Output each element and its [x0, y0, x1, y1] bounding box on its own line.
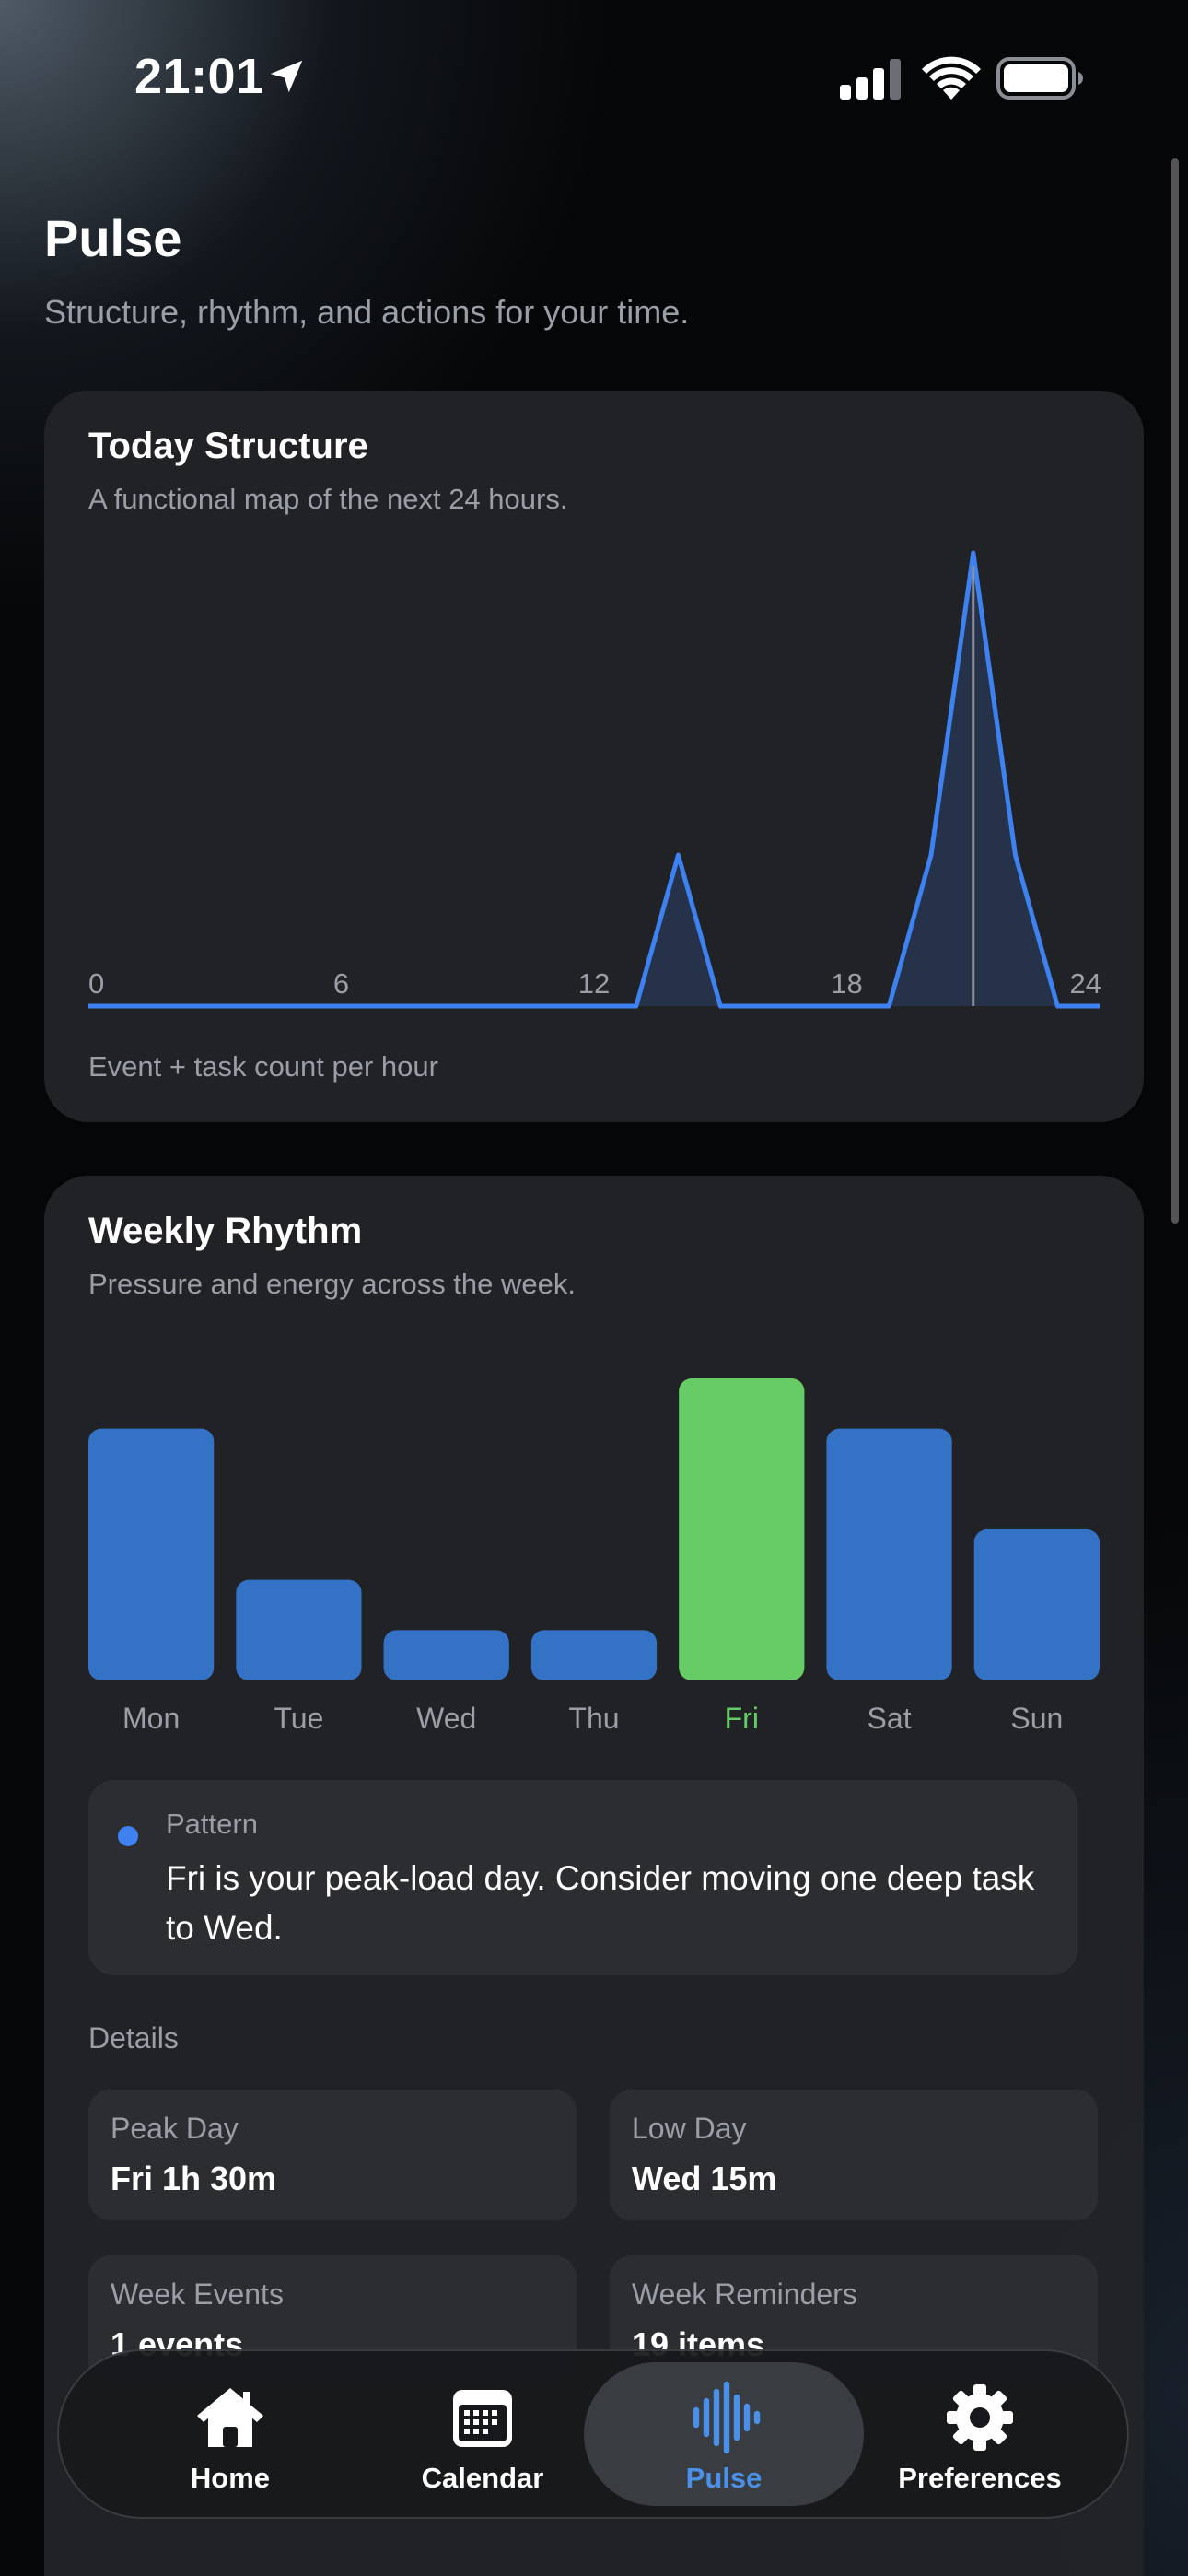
tab-bar: Home Calendar Pulse Preferences [57, 2349, 1129, 2519]
bar-tue[interactable] [236, 1579, 362, 1680]
stat-low-day: Low Day Wed 15m [610, 2090, 1098, 2220]
bar-sat[interactable] [826, 1428, 952, 1680]
day-label: Sun [1010, 1702, 1063, 1735]
x-tick-label: 6 [333, 967, 349, 1000]
chart-footer: Event + task count per hour [88, 1050, 438, 1083]
gear-icon [947, 2384, 1013, 2451]
bar-fri[interactable] [679, 1378, 805, 1680]
wifi-icon [922, 56, 981, 100]
pattern-dot-icon [118, 1826, 138, 1846]
x-tick-label: 0 [88, 967, 104, 1000]
day-label: Tue [274, 1702, 323, 1735]
tab-preferences[interactable]: Preferences [851, 2362, 1109, 2506]
bar-wed[interactable] [383, 1630, 509, 1680]
page-subtitle: Structure, rhythm, and actions for your … [44, 293, 690, 331]
today-structure-card: Today Structure A functional map of the … [44, 391, 1144, 1122]
stat-label: Peak Day [111, 2112, 239, 2145]
x-tick-label: 18 [831, 967, 862, 1000]
stat-value: Fri 1h 30m [111, 2160, 277, 2197]
bar-mon[interactable] [88, 1428, 215, 1680]
tab-home[interactable]: Home [101, 2362, 359, 2506]
tab-pulse[interactable]: Pulse [584, 2362, 864, 2506]
load-area [88, 553, 1100, 1006]
day-label: Fri [725, 1702, 759, 1735]
day-label: Mon [122, 1702, 180, 1735]
cellular-signal-icon [840, 59, 901, 100]
calendar-icon [453, 2390, 512, 2447]
battery-icon [996, 57, 1083, 100]
pattern-insight: Pattern Fri is your peak-load day. Consi… [88, 1780, 1077, 1975]
bar-sun[interactable] [973, 1529, 1100, 1680]
tab-calendar[interactable]: Calendar [354, 2362, 611, 2506]
status-bar: 21:01 [0, 0, 1188, 157]
tab-label: Calendar [421, 2462, 544, 2494]
stat-label: Low Day [632, 2112, 747, 2145]
stat-value: Wed 15m [632, 2160, 777, 2197]
pattern-label: Pattern [166, 1808, 258, 1840]
details-label: Details [88, 2021, 179, 2055]
day-label: Wed [416, 1702, 476, 1735]
bar-thu[interactable] [530, 1630, 658, 1680]
scroll-indicator[interactable] [1171, 158, 1179, 1224]
waveform-icon [693, 2381, 761, 2454]
tab-label: Pulse [685, 2462, 763, 2494]
page-title: Pulse [44, 209, 182, 267]
stat-peak-day: Peak Day Fri 1h 30m [88, 2090, 577, 2220]
weekly-bar-chart: Mon Tue Wed Thu Fri Sat Sun [88, 1378, 1100, 1735]
tab-label: Preferences [898, 2462, 1062, 2494]
pulse-screen: 21:01 Pulse Structure, rhythm, and actio… [0, 0, 1188, 2576]
stat-label: Week Reminders [632, 2277, 857, 2311]
x-tick-label: 24 [1070, 967, 1101, 1000]
day-label: Sat [868, 1702, 912, 1735]
day-label: Thu [568, 1702, 619, 1735]
pattern-text: Fri is your peak-load day. Consider movi… [166, 1859, 1035, 1947]
location-arrow-icon [270, 60, 303, 93]
status-time: 21:01 [134, 49, 264, 104]
hourly-load-chart: 0 6 12 18 24 [88, 550, 1101, 1009]
x-tick-label: 12 [578, 967, 610, 1000]
stat-label: Week Events [111, 2277, 284, 2311]
house-icon [197, 2388, 263, 2447]
tab-label: Home [190, 2462, 271, 2494]
